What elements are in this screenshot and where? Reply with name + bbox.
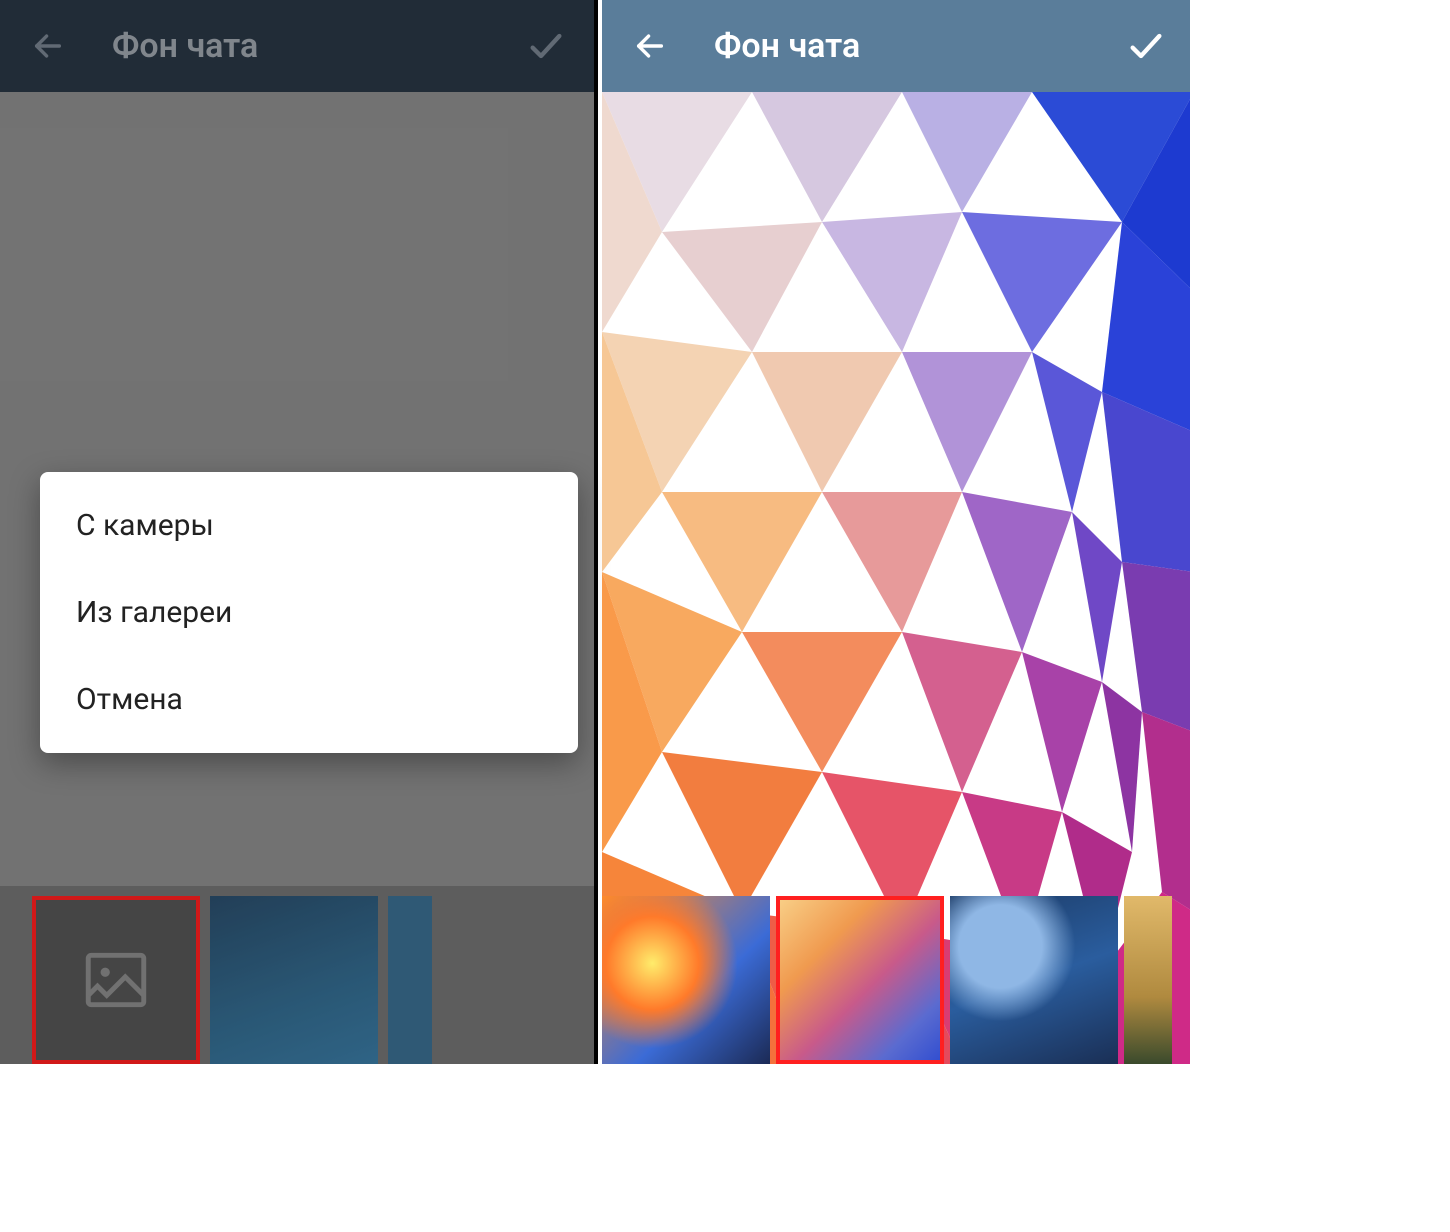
thumb-preset-gold-bokeh[interactable]	[1124, 896, 1172, 1064]
toolbar: Фон чата	[0, 0, 594, 92]
dialog-option-camera[interactable]: С камеры	[40, 482, 578, 569]
thumb-preset-1[interactable]	[210, 896, 378, 1064]
pane-divider	[594, 0, 598, 1064]
thumb-preset-orange-space[interactable]	[602, 896, 770, 1064]
page-title: Фон чата	[714, 26, 860, 66]
screen-chat-background-left: Фон чата С камеры Из галереи Отмена	[0, 0, 594, 1064]
thumb-preset-nebula-blue[interactable]	[950, 896, 1118, 1064]
back-button[interactable]	[24, 22, 72, 70]
thumb-preset-poly-warm[interactable]	[776, 896, 944, 1064]
confirm-button[interactable]	[522, 22, 570, 70]
screen-chat-background-right: Фон чата	[602, 0, 1194, 1064]
thumbnail-strip	[0, 886, 594, 1064]
back-button[interactable]	[626, 22, 674, 70]
preview-area	[602, 92, 1194, 1064]
toolbar: Фон чата	[602, 0, 1194, 92]
image-icon	[79, 943, 153, 1017]
arrow-left-icon	[31, 29, 65, 63]
confirm-button[interactable]	[1122, 22, 1170, 70]
canvas-padding-right	[1190, 0, 1450, 1232]
thumb-preset-2[interactable]	[388, 896, 432, 1064]
dialog-option-cancel[interactable]: Отмена	[40, 656, 578, 743]
thumbnail-strip	[602, 886, 1194, 1064]
page-title: Фон чата	[112, 26, 258, 66]
source-dialog: С камеры Из галереи Отмена	[40, 472, 578, 753]
arrow-left-icon	[633, 29, 667, 63]
check-icon	[526, 26, 566, 66]
dialog-option-gallery[interactable]: Из галереи	[40, 569, 578, 656]
preview-area: С камеры Из галереи Отмена	[0, 92, 594, 1064]
thumb-upload[interactable]	[32, 896, 200, 1064]
check-icon	[1126, 26, 1166, 66]
